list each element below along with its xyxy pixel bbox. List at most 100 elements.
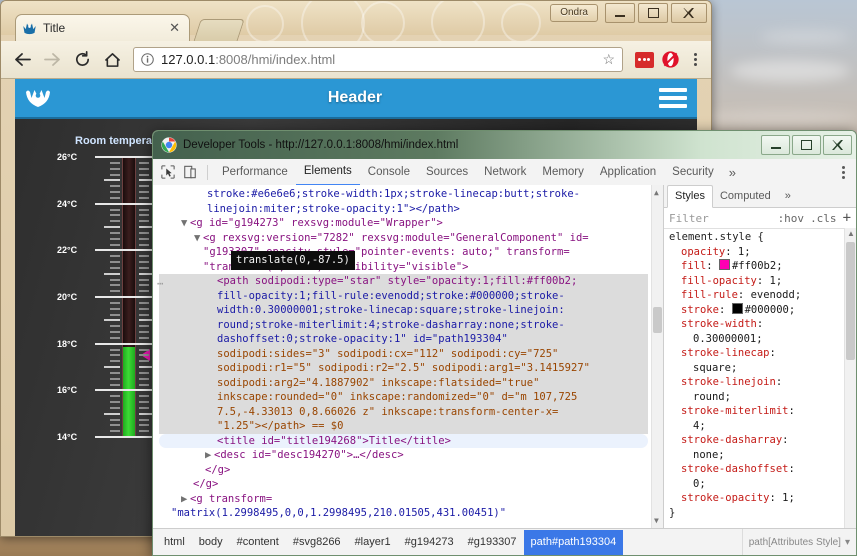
device-toggle-icon bbox=[184, 165, 196, 179]
color-swatch[interactable] bbox=[731, 302, 743, 314]
dom-selected-node[interactable]: <title id="title194268">Title</title> bbox=[159, 433, 648, 448]
style-declaration[interactable]: stroke-linejoin: round; bbox=[669, 375, 840, 404]
home-button[interactable] bbox=[97, 45, 127, 75]
dom-line[interactable]: ▶ <desc id="desc194270">…</desc> bbox=[159, 448, 648, 463]
new-tab-button[interactable] bbox=[193, 19, 245, 42]
style-declaration[interactable]: stroke-dasharray: none; bbox=[669, 433, 840, 462]
style-declaration[interactable]: fill-rule: evenodd; bbox=[669, 288, 840, 303]
tab-memory[interactable]: Memory bbox=[534, 160, 592, 185]
inspect-element-icon[interactable] bbox=[157, 162, 179, 182]
tab-console[interactable]: Console bbox=[360, 160, 418, 185]
address-bar[interactable]: 127.0.0.1:8008/hmi/index.html ☆ bbox=[133, 47, 623, 72]
scroll-up-icon[interactable]: ▲ bbox=[847, 229, 855, 238]
scroll-down-icon[interactable]: ▼ bbox=[654, 514, 659, 529]
dom-line[interactable]: ▼ <g id="g194273" rexsvg:module="Wrapper"… bbox=[159, 216, 648, 231]
close-icon bbox=[683, 7, 694, 18]
tab-security[interactable]: Security bbox=[664, 160, 722, 185]
thermometer-minor-tick bbox=[110, 196, 120, 199]
breadcrumb-item-path193304[interactable]: path#path193304 bbox=[523, 529, 624, 555]
thermometer-minor-tick bbox=[110, 173, 120, 176]
breadcrumb-item-html[interactable]: html bbox=[157, 530, 192, 555]
back-button[interactable] bbox=[7, 45, 37, 75]
thermometer-minor-tick bbox=[110, 307, 120, 310]
tab-sources[interactable]: Sources bbox=[418, 160, 476, 185]
thermometer-minor-tick bbox=[110, 430, 120, 433]
style-declaration[interactable]: stroke-miterlimit: 4; bbox=[669, 404, 840, 433]
extension-1-icon[interactable] bbox=[633, 49, 655, 71]
style-declaration[interactable]: stroke-opacity: 1; bbox=[669, 491, 840, 506]
breadcrumb-item-g194273[interactable]: #g194273 bbox=[398, 530, 461, 555]
more-tabs-button[interactable]: » bbox=[722, 165, 743, 180]
style-declaration[interactable]: stroke-dashoffset: 0; bbox=[669, 462, 840, 491]
dom-line[interactable]: linejoin:miter;stroke-opacity:1"></path> bbox=[159, 202, 648, 217]
page-info-icon[interactable] bbox=[141, 53, 154, 66]
thermometer-minor-tick bbox=[139, 220, 149, 223]
dom-ellipsis[interactable]: ⋯ bbox=[157, 277, 164, 292]
dom-line[interactable]: </g> bbox=[159, 463, 648, 478]
hov-toggle[interactable]: :hov bbox=[778, 212, 805, 225]
home-icon bbox=[104, 52, 120, 67]
reload-button[interactable] bbox=[67, 45, 97, 75]
styles-scrollbar[interactable]: ▲ bbox=[844, 228, 856, 529]
tab-computed[interactable]: Computed bbox=[713, 186, 778, 207]
styles-scroll-thumb[interactable] bbox=[846, 242, 855, 360]
tab-application[interactable]: Application bbox=[592, 160, 664, 185]
styles-more-tabs[interactable]: » bbox=[778, 186, 798, 207]
tab-close-icon[interactable]: ✕ bbox=[166, 20, 183, 36]
style-declaration[interactable]: stroke-linecap: square; bbox=[669, 346, 840, 375]
devtools-close-button[interactable] bbox=[823, 135, 852, 155]
close-button[interactable] bbox=[671, 3, 707, 23]
new-style-rule-button[interactable]: + bbox=[843, 210, 851, 226]
dom-line[interactable]: ▼ <g rexsvg:version="7282" rexsvg:module=… bbox=[159, 231, 648, 246]
style-declaration[interactable]: stroke-width: 0.30000001; bbox=[669, 317, 840, 346]
style-declaration[interactable]: fill-opacity: 1; bbox=[669, 274, 840, 289]
style-declaration[interactable]: opacity: 1; bbox=[669, 245, 840, 260]
thermometer-tick-label: 26°C bbox=[57, 152, 78, 162]
devtools-maximize-button[interactable] bbox=[792, 135, 821, 155]
thermometer-minor-tick bbox=[110, 331, 120, 333]
scroll-up-icon[interactable]: ▲ bbox=[654, 186, 659, 201]
dom-line[interactable]: ▶ <g transform= bbox=[159, 492, 648, 507]
thermometer-tick-label: 16°C bbox=[57, 385, 78, 396]
breadcrumb-item-svg[interactable]: #svg8266 bbox=[286, 530, 348, 555]
thermometer-minor-tick bbox=[139, 424, 149, 427]
cls-toggle[interactable]: .cls bbox=[810, 212, 837, 225]
dom-line[interactable]: "matrix(1.2998495,0,0,1.2998495,210.0150… bbox=[159, 506, 648, 521]
dom-highlighted-node[interactable]: <path sodipodi:type="star" style="opacit… bbox=[159, 274, 648, 434]
device-toolbar-icon[interactable] bbox=[179, 162, 201, 182]
tab-performance[interactable]: Performance bbox=[214, 160, 296, 185]
style-declaration[interactable]: stroke: #000000; bbox=[669, 302, 840, 318]
breadcrumb-item-body[interactable]: body bbox=[192, 530, 230, 555]
styles-filter-input[interactable]: Filter bbox=[669, 212, 772, 225]
tab-title: Title bbox=[43, 21, 66, 35]
thermometer-minor-tick bbox=[110, 354, 120, 357]
tab-network[interactable]: Network bbox=[476, 160, 534, 185]
user-profile-label[interactable]: Ondra bbox=[550, 4, 598, 22]
hamburger-menu-icon[interactable] bbox=[659, 88, 687, 108]
devtools-menu-button[interactable] bbox=[834, 165, 852, 179]
chrome-menu-button[interactable] bbox=[685, 53, 705, 66]
tab-styles[interactable]: Styles bbox=[667, 185, 713, 208]
dom-line[interactable]: stroke:#e6e6e6;stroke-width:1px;stroke-l… bbox=[159, 187, 648, 202]
extension-2-icon[interactable] bbox=[659, 49, 681, 71]
thermometer-minor-tick bbox=[139, 173, 149, 176]
thermometer-minor-tick bbox=[139, 336, 149, 339]
color-swatch[interactable] bbox=[718, 259, 730, 270]
tab-elements[interactable]: Elements bbox=[295, 159, 360, 186]
dom-tree-panel[interactable]: stroke:#e6e6e6;stroke-width:1px;stroke-l… bbox=[153, 185, 663, 529]
devtools-minimize-button[interactable] bbox=[761, 135, 790, 155]
dom-scrollbar[interactable]: ▲ ▼ bbox=[651, 185, 663, 529]
dom-scroll-thumb[interactable] bbox=[653, 307, 662, 333]
dom-line[interactable]: </g> bbox=[159, 477, 648, 492]
thermometer-minor-tick bbox=[104, 319, 120, 322]
maximize-button[interactable] bbox=[638, 3, 668, 23]
breadcrumb-item-g193307[interactable]: #g193307 bbox=[461, 530, 524, 555]
breadcrumb-item-layer1[interactable]: #layer1 bbox=[348, 530, 398, 555]
breadcrumb-item-content[interactable]: #content bbox=[230, 530, 286, 555]
bookmark-star-icon[interactable]: ☆ bbox=[602, 51, 615, 68]
minimize-button[interactable] bbox=[605, 3, 635, 23]
dom-line: width:0.30000001;stroke-linecap:square;s… bbox=[217, 304, 565, 316]
style-declaration[interactable]: fill: #ff00b2; bbox=[669, 259, 840, 274]
chevron-down-icon[interactable]: ▾ bbox=[845, 537, 850, 548]
browser-tab[interactable]: Title ✕ bbox=[15, 14, 190, 41]
